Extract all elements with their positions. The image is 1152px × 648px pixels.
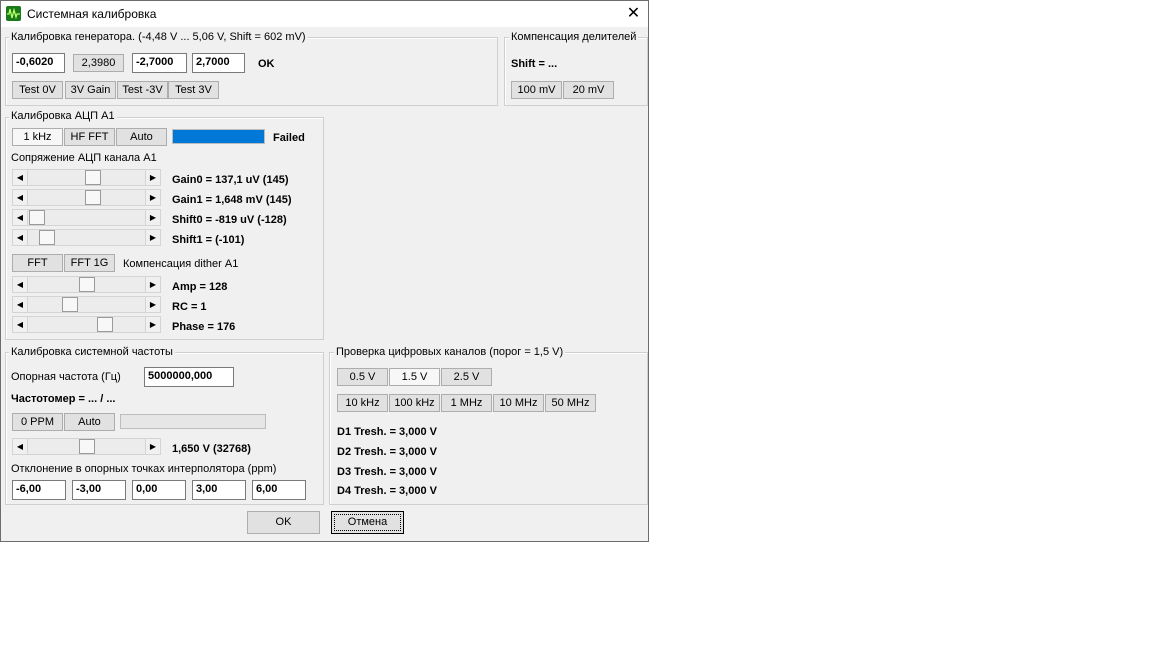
1khz-button[interactable]: 1 kHz [12, 128, 63, 146]
gain1-slider[interactable]: ◀ ▶ [12, 189, 161, 206]
phase-slider-thumb[interactable] [97, 317, 113, 332]
fft-button[interactable]: FFT [12, 254, 63, 272]
ref-freq-field[interactable]: 5000000,000 [144, 367, 234, 387]
gain1-value: Gain1 = 1,648 mV (145) [172, 194, 292, 206]
d2-threshold: D2 Tresh. = 3,000 V [337, 446, 437, 458]
arrow-right-icon[interactable]: ▶ [145, 190, 160, 205]
threshold-1-5v-button[interactable]: 1.5 V [389, 368, 440, 386]
shift1-value: Shift1 = (-101) [172, 234, 245, 246]
sysfreq-slider-value: 1,650 V (32768) [172, 443, 251, 455]
rc-slider[interactable]: ◀ ▶ [12, 296, 161, 313]
arrow-right-icon[interactable]: ▶ [145, 170, 160, 185]
amp-value: Amp = 128 [172, 281, 228, 293]
deviation-label: Отклонение в опорных точках интерполятор… [11, 463, 277, 475]
phase-value: Phase = 176 [172, 321, 236, 333]
amp-slider-thumb[interactable] [79, 277, 95, 292]
arrow-left-icon[interactable]: ◀ [13, 277, 28, 292]
shift0-slider-thumb[interactable] [29, 210, 45, 225]
shift0-value: Shift0 = -819 uV (-128) [172, 214, 287, 226]
deviation-field-1[interactable]: -6,00 [12, 480, 66, 500]
3v-gain-button[interactable]: 3V Gain [65, 81, 116, 99]
calibration-dialog: Системная калибровка ✕ Калибровка генера… [0, 0, 649, 542]
adc-progress-fill [173, 130, 264, 143]
auto-button[interactable]: Auto [116, 128, 167, 146]
title-bar: Системная калибровка ✕ [1, 1, 648, 27]
adc-status: Failed [273, 132, 305, 144]
freq-10mhz-button[interactable]: 10 MHz [493, 394, 544, 412]
threshold-2-5v-button[interactable]: 2.5 V [441, 368, 492, 386]
window-title: Системная калибровка [27, 7, 157, 21]
freq-10khz-button[interactable]: 10 kHz [337, 394, 388, 412]
test-minus-3v-button[interactable]: Test -3V [117, 81, 168, 99]
test-0v-button[interactable]: Test 0V [12, 81, 63, 99]
arrow-right-icon[interactable]: ▶ [145, 277, 160, 292]
threshold-0-5v-button[interactable]: 0.5 V [337, 368, 388, 386]
divider-shift-text: Shift = ... [511, 58, 558, 70]
gain0-slider-thumb[interactable] [85, 170, 101, 185]
arrow-left-icon[interactable]: ◀ [13, 170, 28, 185]
divider-group-label: Компенсация делителей [509, 31, 639, 43]
d3-threshold: D3 Tresh. = 3,000 V [337, 466, 437, 478]
shift1-slider-thumb[interactable] [39, 230, 55, 245]
generator-field-2[interactable]: -2,7000 [132, 53, 187, 73]
arrow-left-icon[interactable]: ◀ [13, 210, 28, 225]
freq-50mhz-button[interactable]: 50 MHz [545, 394, 596, 412]
counter-label: Частотомер = ... / ... [11, 393, 116, 405]
phase-slider[interactable]: ◀ ▶ [12, 316, 161, 333]
hf-fft-button[interactable]: HF FFT [64, 128, 115, 146]
cancel-button[interactable]: Отмена [331, 511, 404, 534]
arrow-left-icon[interactable]: ◀ [13, 317, 28, 332]
sysfreq-slider-thumb[interactable] [79, 439, 95, 454]
arrow-right-icon[interactable]: ▶ [145, 297, 160, 312]
sysfreq-group-label: Калибровка системной частоты [9, 346, 175, 358]
gain1-slider-thumb[interactable] [85, 190, 101, 205]
d1-threshold: D1 Tresh. = 3,000 V [337, 426, 437, 438]
rc-value: RC = 1 [172, 301, 207, 313]
test-3v-button[interactable]: Test 3V [168, 81, 219, 99]
sysfreq-progress-bar [120, 414, 266, 429]
deviation-field-2[interactable]: -3,00 [72, 480, 126, 500]
rc-slider-thumb[interactable] [62, 297, 78, 312]
arrow-left-icon[interactable]: ◀ [13, 297, 28, 312]
shift1-slider[interactable]: ◀ ▶ [12, 229, 161, 246]
sysfreq-slider[interactable]: ◀ ▶ [12, 438, 161, 455]
0ppm-button[interactable]: 0 PPM [12, 413, 63, 431]
arrow-right-icon[interactable]: ▶ [145, 317, 160, 332]
freq-100khz-button[interactable]: 100 kHz [389, 394, 440, 412]
ref-freq-label: Опорная частота (Гц) [11, 371, 121, 383]
gain0-value: Gain0 = 137,1 uV (145) [172, 174, 289, 186]
amp-slider[interactable]: ◀ ▶ [12, 276, 161, 293]
deviation-field-4[interactable]: 3,00 [192, 480, 246, 500]
oscilloscope-icon [6, 6, 21, 21]
100mv-button[interactable]: 100 mV [511, 81, 562, 99]
arrow-right-icon[interactable]: ▶ [145, 230, 160, 245]
freq-1mhz-button[interactable]: 1 MHz [441, 394, 492, 412]
generator-value-button[interactable]: 2,3980 [73, 54, 124, 72]
deviation-field-3[interactable]: 0,00 [132, 480, 186, 500]
fft-1g-button[interactable]: FFT 1G [64, 254, 115, 272]
arrow-left-icon[interactable]: ◀ [13, 439, 28, 454]
close-icon[interactable]: ✕ [619, 1, 648, 27]
arrow-left-icon[interactable]: ◀ [13, 190, 28, 205]
deviation-field-5[interactable]: 6,00 [252, 480, 306, 500]
generator-status: OK [258, 58, 275, 70]
adc-group-label: Калибровка АЦП А1 [9, 110, 117, 122]
d4-threshold: D4 Tresh. = 3,000 V [337, 485, 437, 497]
generator-field-3[interactable]: 2,7000 [192, 53, 245, 73]
arrow-left-icon[interactable]: ◀ [13, 230, 28, 245]
generator-group-label: Калибровка генератора. (-4,48 V ... 5,06… [9, 31, 308, 43]
coupling-label: Сопряжение АЦП канала А1 [11, 152, 157, 164]
dither-label: Компенсация dither А1 [123, 258, 239, 270]
adc-progress-bar [172, 129, 265, 144]
gain0-slider[interactable]: ◀ ▶ [12, 169, 161, 186]
shift0-slider[interactable]: ◀ ▶ [12, 209, 161, 226]
digital-group-label: Проверка цифровых каналов (порог = 1,5 V… [334, 346, 566, 358]
arrow-right-icon[interactable]: ▶ [145, 210, 160, 225]
ok-button[interactable]: OK [247, 511, 320, 534]
generator-field-1[interactable]: -0,6020 [12, 53, 65, 73]
arrow-right-icon[interactable]: ▶ [145, 439, 160, 454]
sysfreq-auto-button[interactable]: Auto [64, 413, 115, 431]
20mv-button[interactable]: 20 mV [563, 81, 614, 99]
